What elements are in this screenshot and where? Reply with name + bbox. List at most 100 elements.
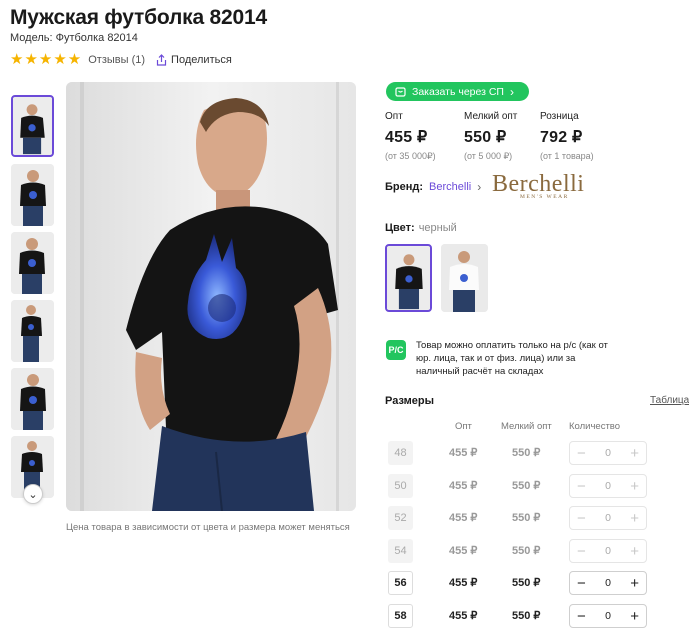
plus-icon[interactable]: + — [630, 576, 639, 591]
minus-icon[interactable]: − — [577, 609, 586, 624]
color-swatch-image — [441, 244, 488, 312]
thumbnails-scroll-down-button[interactable]: ⌄ — [23, 484, 43, 504]
price-note: Цена товара в зависимости от цвета и раз… — [66, 522, 350, 533]
size-label: 58 — [388, 604, 413, 628]
main-product-image[interactable] — [66, 82, 356, 511]
size-label: 50 — [388, 474, 413, 498]
size-price-opt: 455 ₽ — [449, 577, 478, 589]
rating-stars: ★★★★★ — [10, 51, 83, 68]
thumbnail-1[interactable] — [11, 95, 54, 157]
thumbnail-image — [11, 368, 54, 430]
model-photo — [66, 82, 356, 511]
brand-logo[interactable]: Berchelli MEN'S WEAR — [492, 172, 592, 200]
price-wholesale: Опт 455 ₽ (от 35 000₽) — [385, 111, 436, 162]
size-price-opt: 455 ₽ — [449, 480, 478, 492]
plus-icon[interactable]: + — [630, 544, 639, 559]
quantity-value[interactable]: 0 — [605, 480, 611, 492]
quantity-value[interactable]: 0 — [605, 447, 611, 459]
color-swatch-image — [387, 246, 430, 310]
thumbnail-image — [11, 300, 54, 362]
column-header-quantity: Количество — [569, 421, 621, 432]
order-via-sp-label: Заказать через СП — [412, 85, 504, 98]
color-option-black[interactable] — [385, 244, 432, 312]
size-price-small-opt: 550 ₽ — [512, 480, 541, 492]
size-price-small-opt: 550 ₽ — [512, 512, 541, 524]
quantity-value[interactable]: 0 — [605, 545, 611, 557]
quantity-stepper[interactable]: − 0 + — [569, 604, 647, 628]
thumbnail-2[interactable] — [11, 164, 54, 226]
color-label: Цвет: — [385, 222, 415, 234]
plus-icon[interactable]: + — [630, 446, 639, 461]
size-row: 54 455 ₽ 550 ₽ − 0 + — [388, 539, 688, 563]
brand-logo-wordmark: Berchelli — [492, 171, 585, 197]
price-condition: (от 35 000₽) — [385, 151, 436, 161]
thumbnail-image — [11, 164, 54, 226]
chevron-right-icon: › — [477, 180, 482, 194]
quantity-value[interactable]: 0 — [605, 610, 611, 622]
size-label: 48 — [388, 441, 413, 465]
payment-account-icon: Р/С — [386, 340, 406, 360]
minus-icon[interactable]: − — [577, 511, 586, 526]
size-row: 48 455 ₽ 550 ₽ − 0 + — [388, 441, 688, 465]
size-row: 56 455 ₽ 550 ₽ − 0 + — [388, 571, 688, 595]
reviews-link[interactable]: Отзывы (1) — [88, 54, 145, 66]
price-value: 792 ₽ — [540, 129, 583, 146]
quantity-stepper[interactable]: − 0 + — [569, 571, 647, 595]
size-table-link[interactable]: Таблица — [650, 395, 689, 406]
size-price-opt: 455 ₽ — [449, 512, 478, 524]
column-header-small-opt: Мелкий опт — [501, 421, 552, 432]
minus-icon[interactable]: − — [577, 544, 586, 559]
price-value: 550 ₽ — [464, 129, 507, 146]
quantity-stepper[interactable]: − 0 + — [569, 539, 647, 563]
thumbnail-image — [11, 232, 54, 294]
price-condition: (от 1 товара) — [540, 151, 594, 161]
thumbnail-4[interactable] — [11, 300, 54, 362]
price-small-wholesale: Мелкий опт 550 ₽ (от 5 000 ₽) — [464, 111, 517, 162]
size-row: 52 455 ₽ 550 ₽ − 0 + — [388, 506, 688, 530]
color-row: Цвет: черный — [385, 222, 457, 234]
share-label: Поделиться — [171, 54, 232, 66]
size-label: 52 — [388, 506, 413, 530]
chevron-down-icon: ⌄ — [28, 488, 38, 501]
price-label: Розница — [540, 111, 579, 122]
price-label: Мелкий опт — [464, 111, 518, 122]
thumbnail-strip — [11, 84, 56, 504]
minus-icon[interactable]: − — [577, 479, 586, 494]
size-price-small-opt: 550 ₽ — [512, 545, 541, 557]
thumbnail-image — [13, 97, 52, 155]
thumbnail-3[interactable] — [11, 232, 54, 294]
quantity-value[interactable]: 0 — [605, 577, 611, 589]
minus-icon[interactable]: − — [577, 446, 586, 461]
size-price-opt: 455 ₽ — [449, 545, 478, 557]
brand-link[interactable]: Berchelli — [429, 181, 471, 193]
cart-icon — [395, 87, 406, 97]
color-value: черный — [418, 222, 457, 234]
plus-icon[interactable]: + — [630, 479, 639, 494]
product-model: Модель: Футболка 82014 — [10, 32, 138, 44]
payment-info-text: Товар можно оплатить только на р/с (как … — [416, 340, 608, 377]
price-retail: Розница 792 ₽ (от 1 товара) — [540, 111, 594, 161]
product-title: Мужская футболка 82014 — [10, 6, 267, 29]
size-price-small-opt: 550 ₽ — [512, 577, 541, 589]
quantity-stepper[interactable]: − 0 + — [569, 441, 647, 465]
price-condition: (от 5 000 ₽) — [464, 151, 513, 161]
plus-icon[interactable]: + — [630, 609, 639, 624]
price-label: Опт — [385, 111, 403, 122]
size-price-opt: 455 ₽ — [449, 610, 478, 622]
plus-icon[interactable]: + — [630, 511, 639, 526]
size-price-opt: 455 ₽ — [449, 447, 478, 459]
order-via-sp-button[interactable]: Заказать через СП › — [386, 82, 529, 101]
size-row: 50 455 ₽ 550 ₽ − 0 + — [388, 474, 688, 498]
minus-icon[interactable]: − — [577, 576, 586, 591]
chevron-right-icon: › — [509, 84, 514, 99]
share-button[interactable]: Поделиться — [156, 54, 232, 66]
thumbnail-5[interactable] — [11, 368, 54, 430]
size-price-small-opt: 550 ₽ — [512, 447, 541, 459]
quantity-value[interactable]: 0 — [605, 512, 611, 524]
quantity-stepper[interactable]: − 0 + — [569, 506, 647, 530]
color-option-white[interactable] — [441, 244, 488, 312]
size-price-small-opt: 550 ₽ — [512, 610, 541, 622]
brand-logo-tagline: MEN'S WEAR — [520, 194, 569, 200]
quantity-stepper[interactable]: − 0 + — [569, 474, 647, 498]
rating-row: ★★★★★ Отзывы (1) Поделиться — [10, 51, 232, 68]
